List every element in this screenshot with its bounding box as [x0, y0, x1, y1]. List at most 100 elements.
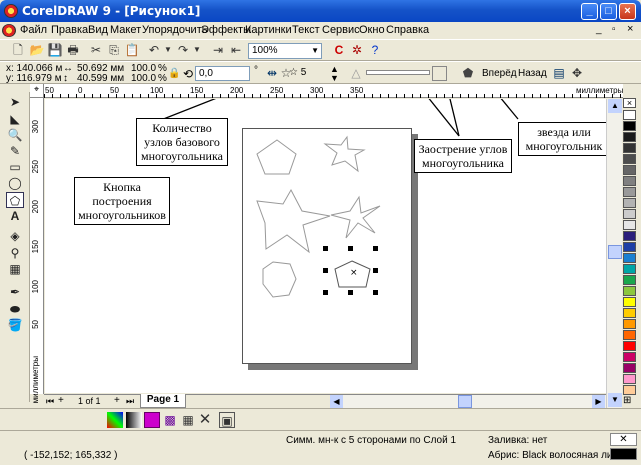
postscript-fill-icon[interactable]: ▦	[180, 412, 196, 428]
scroll-down-icon[interactable]: ▼	[608, 393, 622, 407]
eyedropper-icon[interactable]: ⚲	[6, 245, 24, 261]
palette-swatch[interactable]	[623, 242, 636, 252]
document-icon[interactable]	[2, 24, 16, 37]
close-button[interactable]: ×	[619, 3, 636, 20]
pen-tool-icon[interactable]: ✒	[6, 284, 24, 300]
pentagon-shape[interactable]	[256, 139, 297, 175]
redo-dropdown-icon[interactable]: ▼	[189, 42, 205, 58]
doc-restore-icon[interactable]: ▫	[612, 24, 616, 35]
back-button[interactable]: Назад	[518, 68, 547, 79]
polygon-shape-icon[interactable]: ⬟	[460, 65, 476, 81]
palette-swatch[interactable]	[623, 253, 636, 263]
add-page-after-icon[interactable]: +	[114, 395, 120, 406]
copy-icon[interactable]: ⎘	[106, 42, 122, 58]
points-count-input[interactable]: ☆ 5	[286, 66, 330, 81]
palette-swatch[interactable]	[623, 231, 636, 241]
doc-minimize-icon[interactable]: _	[596, 24, 602, 35]
menu-view[interactable]: Вид	[88, 24, 108, 36]
blend-tool-icon[interactable]: ▦	[6, 261, 24, 277]
maximize-button[interactable]: □	[600, 3, 617, 20]
fill-none-icon[interactable]: ✕	[610, 433, 637, 446]
add-page-before-icon[interactable]: +	[58, 395, 64, 406]
palette-swatch[interactable]	[623, 220, 636, 230]
texture-fill-icon[interactable]: ▩	[162, 412, 178, 428]
scroll-up-icon[interactable]: ▲	[608, 99, 622, 113]
last-page-icon[interactable]: ⏭	[126, 396, 134, 407]
star-shape-sharp[interactable]	[330, 195, 381, 239]
no-color-icon[interactable]: ×	[623, 98, 636, 108]
doc-close-icon[interactable]: ×	[627, 23, 633, 35]
lock-ratio-icon[interactable]: 🔒	[168, 68, 180, 79]
palette-swatch[interactable]	[623, 297, 636, 307]
palette-swatch[interactable]	[623, 143, 636, 153]
menu-layout[interactable]: Макет	[110, 24, 141, 36]
interactive-fill-icon[interactable]: ◈	[6, 228, 24, 244]
heptagon-shape[interactable]	[262, 261, 297, 298]
wrap-icon[interactable]: ▤	[551, 65, 567, 81]
horizontal-scrollbar[interactable]: ◀ ▶	[330, 395, 606, 408]
spin-down-icon[interactable]: ▼	[330, 73, 339, 83]
minimize-button[interactable]: _	[581, 3, 598, 20]
open-icon[interactable]: 📂	[29, 42, 45, 58]
ruler-origin-icon[interactable]: ⌖	[30, 84, 44, 98]
freehand-tool-icon[interactable]: ✎	[6, 143, 24, 159]
fill-tool-icon[interactable]: ⬬	[6, 301, 24, 317]
palette-swatch[interactable]	[623, 165, 636, 175]
menu-effects[interactable]: Эффекты	[201, 24, 251, 36]
pick-tool-icon[interactable]: ➤	[6, 94, 24, 110]
paste-icon[interactable]: 📋	[124, 42, 140, 58]
menu-edit[interactable]: Правка	[51, 24, 88, 36]
hscroll-thumb[interactable]	[458, 395, 472, 408]
palette-swatch[interactable]	[623, 308, 636, 318]
palette-swatch[interactable]	[623, 374, 636, 384]
color-docker-icon[interactable]	[107, 412, 123, 428]
sharpness-value-box[interactable]	[432, 66, 447, 81]
horizontal-ruler[interactable]: 50 0 50 100 150 200 250 300 350 миллимет…	[44, 84, 623, 98]
outline-color-swatch[interactable]	[610, 448, 637, 460]
menu-file[interactable]: Файл	[20, 24, 47, 36]
scroll-right-icon[interactable]: ▶	[592, 395, 605, 408]
height-value[interactable]: 40.599 мм	[77, 73, 124, 84]
vertical-scrollbar[interactable]: ▲ ▼	[606, 99, 622, 408]
palette-swatch[interactable]	[623, 198, 636, 208]
palette-swatch[interactable]	[623, 176, 636, 186]
corel-app-icon[interactable]: ✲	[349, 42, 365, 58]
star-shape-small[interactable]	[323, 135, 366, 173]
first-page-icon[interactable]: ⏮	[46, 396, 54, 407]
convert-curves-icon[interactable]: ✥	[569, 65, 585, 81]
no-fill-icon[interactable]: ✕	[197, 412, 213, 428]
new-icon[interactable]: 🗋	[10, 42, 26, 58]
polygon-tool-icon[interactable]: ⬠	[6, 192, 24, 208]
export-icon[interactable]: ⇤	[228, 42, 244, 58]
palette-swatch[interactable]	[623, 209, 636, 219]
palette-swatch[interactable]	[623, 275, 636, 285]
scale-y-value[interactable]: 100.0	[131, 73, 156, 84]
rectangle-tool-icon[interactable]: ▭	[6, 159, 24, 175]
sharpness-slider[interactable]	[366, 70, 430, 75]
menu-text[interactable]: Текст	[292, 24, 320, 36]
menu-help[interactable]: Справка	[386, 24, 429, 36]
scroll-left-icon[interactable]: ◀	[330, 395, 343, 408]
cut-icon[interactable]: ✂	[88, 42, 104, 58]
rotation-input[interactable]: 0,0	[195, 66, 250, 81]
palette-swatch[interactable]	[623, 385, 636, 395]
vertical-ruler[interactable]: 300 250 200 150 100 50 миллиметры	[30, 98, 44, 403]
import-icon[interactable]: ⇥	[210, 42, 226, 58]
whats-this-icon[interactable]: ?	[367, 42, 383, 58]
page-tab[interactable]: Page 1	[140, 394, 186, 408]
palette-swatch[interactable]	[623, 319, 636, 329]
print-icon[interactable]: 🖶	[65, 42, 81, 58]
palette-swatch[interactable]	[623, 132, 636, 142]
palette-swatch[interactable]	[623, 352, 636, 362]
shape-tool-icon[interactable]: ◣	[6, 111, 24, 127]
zoom-select[interactable]: 100% ▼	[248, 43, 322, 59]
palette-swatch[interactable]	[623, 363, 636, 373]
palette-swatch[interactable]	[623, 341, 636, 351]
menu-window[interactable]: Окно	[359, 24, 385, 36]
y-position[interactable]: y: 116.979 м	[6, 73, 62, 84]
star-shape-large[interactable]	[256, 188, 331, 254]
vscroll-thumb[interactable]	[608, 245, 622, 259]
palette-swatch[interactable]	[623, 330, 636, 340]
gradient-fill-icon[interactable]	[126, 412, 142, 428]
zoom-tool-icon[interactable]: 🔍	[6, 127, 24, 143]
